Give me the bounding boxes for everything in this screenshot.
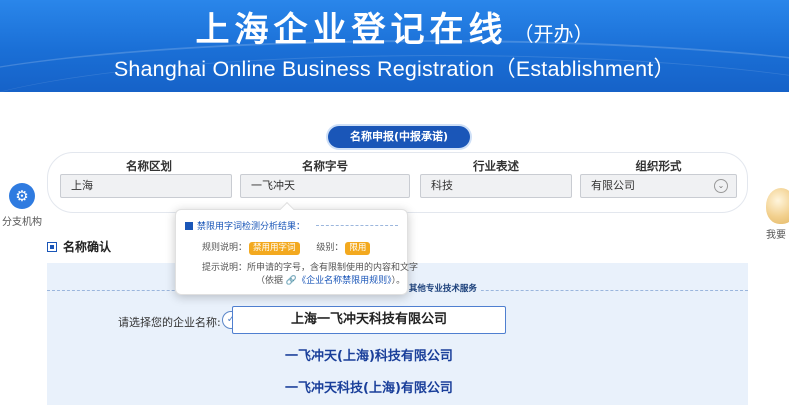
level-tag: 限用 [345,242,371,255]
org-form-value: 有限公司 [591,179,635,192]
org-form-select[interactable]: 有限公司 ⌄ [580,174,737,198]
banner-title-sub: （开办） [513,22,594,46]
panel-divider-text: ) 其他专业技术服务 [398,282,481,294]
branch-office-shortcut[interactable]: ⚙ 分支机构 [0,183,44,228]
name-option-1[interactable]: 上海一飞冲天科技有限公司 [232,306,506,334]
hint-text: 所申请的字号，含有限制使用的内容和文字 [247,263,419,273]
tooltip-title: 禁限用字词检测分析结果： [185,219,305,232]
col-header-district: 名称区划 [126,159,172,173]
section-marker-icon [47,242,57,252]
rule-label: 规则说明： [202,243,248,253]
rules-link[interactable]: 《企业名称禁限用规则》 [297,276,392,286]
assistant-avatar-icon [766,188,789,224]
step-pill: 名称申报(中报承诺) [328,126,470,148]
header-banner: 上海企业登记在线 （开办） Shanghai Online Business Re… [0,0,789,92]
chevron-down-icon[interactable]: ⌄ [714,179,728,193]
assistant-label: 我要 [766,230,786,241]
col-header-industry: 行业表述 [473,159,519,173]
district-field[interactable]: 上海 [60,174,232,198]
section-title-text: 名称确认 [63,240,112,254]
info-square-icon [185,222,193,230]
name-option-3[interactable]: 一飞冲天科技(上海)有限公司 [232,377,506,396]
banner-title-cn: 上海企业登记在线 （开办） [0,2,789,51]
hint-suffix: ）。 [391,276,406,286]
restricted-words-tooltip: 禁限用字词检测分析结果： 规则说明： 禁用用字词 级别： 限用 提示说明：所申请的字… [175,201,418,295]
industry-field[interactable]: 科技 [420,174,572,198]
tooltip-rule-row: 规则说明： 禁用用字词 级别： 限用 [202,240,371,255]
col-header-org-form: 组织形式 [635,159,682,173]
tooltip-hint-row: 提示说明：所申请的字号，含有限制使用的内容和文字 [202,260,418,273]
assistant-shortcut[interactable]: 我要 [766,188,789,241]
tooltip-title-divider [316,225,398,226]
choose-name-label: 请选择您的企业名称: [118,316,221,329]
level-label: 级别： [316,243,344,253]
name-option-2[interactable]: 一飞冲天(上海)科技有限公司 [232,345,506,364]
banner-title-en: Shanghai Online Business Registration（Es… [113,57,676,81]
col-header-trade-name: 名称字号 [302,159,348,173]
trade-name-field[interactable]: 一飞冲天 [240,174,410,198]
hint-label: 提示说明： [202,263,248,273]
branch-office-label: 分支机构 [2,217,42,228]
section-title: 名称确认 [47,238,111,255]
gear-icon: ⚙ [9,183,35,209]
banner-title-main: 上海企业登记在线 [195,10,508,50]
tooltip-hint-row-2: （依据 🔗《企业名称禁限用规则》）。 [256,273,405,286]
rule-tag: 禁用用字词 [249,242,300,255]
hint-prefix: （依据 [256,276,284,286]
link-icon: 🔗 [285,276,298,286]
tooltip-title-text: 禁限用字词检测分析结果： [197,222,306,232]
